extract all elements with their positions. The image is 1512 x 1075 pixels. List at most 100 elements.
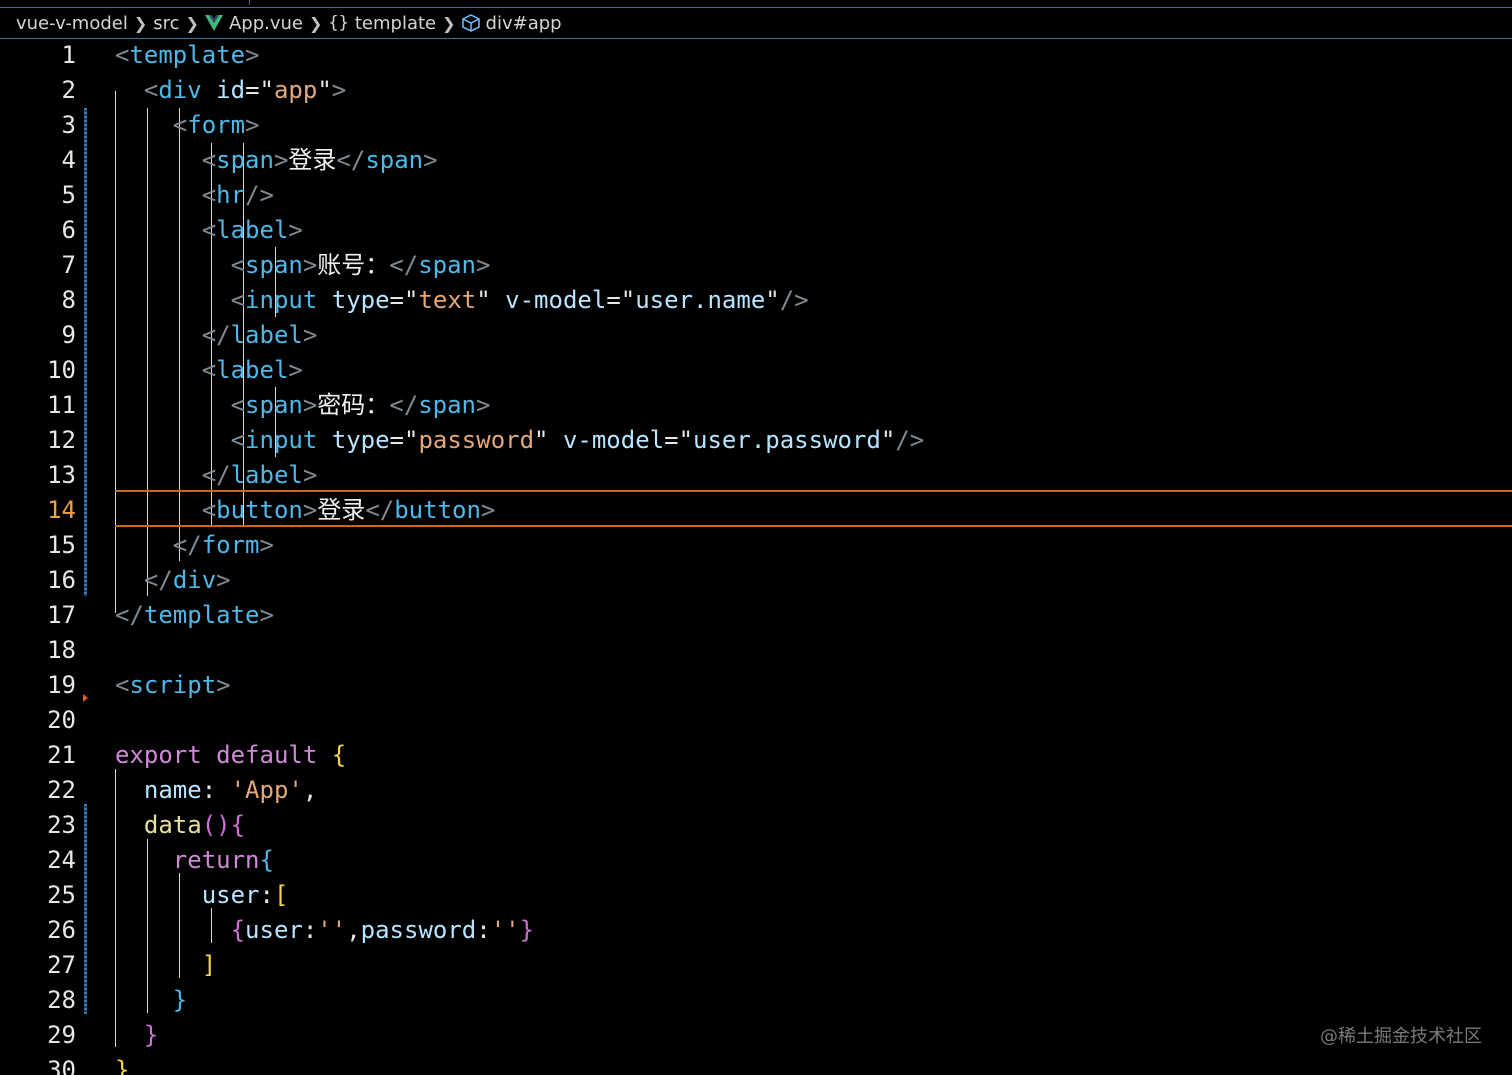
chevron-right-icon: ❯ — [308, 13, 323, 33]
code-text: </div> — [143, 566, 231, 594]
code-text: } — [172, 986, 188, 1014]
code-line[interactable]: 26 {user:'',password:''} — [0, 913, 1512, 948]
breadcrumb-item-project[interactable]: vue-v-model — [16, 13, 128, 34]
code-text: <span>密码：</span> — [230, 391, 491, 419]
active-tab[interactable] — [0, 0, 250, 5]
code-text: <template> — [115, 41, 260, 69]
line-number: 8 — [61, 286, 76, 314]
line-number: 7 — [61, 251, 76, 279]
code-line[interactable]: 16 </div> — [0, 563, 1512, 598]
line-number: 2 — [61, 76, 76, 104]
line-number: 6 — [61, 216, 76, 244]
code-text: } — [115, 1056, 130, 1075]
chevron-right-icon: ❯ — [185, 13, 199, 33]
code-line[interactable]: 30 } — [0, 1053, 1512, 1075]
line-number: 15 — [47, 531, 76, 559]
line-number: 22 — [47, 776, 76, 804]
code-line-active[interactable]: 14 <button>登录</button> — [0, 493, 1512, 528]
code-text: <button>登录</button> — [201, 496, 496, 524]
line-number: 20 — [47, 706, 76, 734]
code-line[interactable]: 15 </form> — [0, 528, 1512, 563]
code-line[interactable]: 20 — [0, 703, 1512, 738]
code-editor[interactable]: vue-v-model ❯ src ❯ App.vue ❯ {} templat… — [0, 0, 1512, 1075]
line-number: 12 — [47, 426, 76, 454]
code-line[interactable]: 24 return{ — [0, 843, 1512, 878]
code-line[interactable]: 22 name: 'App', — [0, 773, 1512, 808]
code-line[interactable]: 25 user:[ — [0, 878, 1512, 913]
code-text: <script> — [115, 671, 231, 699]
line-number: 5 — [61, 181, 76, 209]
code-line[interactable]: 5 <hr/> — [0, 178, 1512, 213]
code-line[interactable]: 19 <script> — [0, 668, 1512, 703]
line-number: 21 — [47, 741, 76, 769]
line-number: 13 — [47, 461, 76, 489]
line-number: 28 — [47, 986, 76, 1014]
code-text: <span>账号：</span> — [230, 251, 491, 279]
code-line[interactable]: 29 } — [0, 1018, 1512, 1053]
code-line[interactable]: 23 data(){ — [0, 808, 1512, 843]
line-number: 4 — [61, 146, 76, 174]
code-text: </label> — [201, 461, 318, 489]
breadcrumb-item-template[interactable]: template — [355, 13, 436, 34]
line-number: 11 — [47, 391, 76, 419]
code-line[interactable]: 13 </label> — [0, 458, 1512, 493]
line-number: 18 — [47, 636, 76, 664]
chevron-right-icon: ❯ — [133, 13, 148, 33]
code-text: ] — [201, 951, 217, 979]
code-text: {user:'',password:''} — [230, 916, 535, 944]
code-line[interactable]: 11 <span>密码：</span> — [0, 388, 1512, 423]
code-text: <input type="text" v-model="user.name"/> — [230, 286, 809, 314]
code-text: </form> — [172, 531, 274, 559]
line-number: 25 — [47, 881, 76, 909]
line-number: 16 — [47, 566, 76, 594]
code-line[interactable]: 18 — [0, 633, 1512, 668]
code-line[interactable]: 17 </template> — [0, 598, 1512, 633]
code-line[interactable]: 12 <input type="password" v-model="user.… — [0, 423, 1512, 458]
line-number: 1 — [61, 41, 76, 69]
line-number: 10 — [47, 356, 76, 384]
code-line[interactable]: 28 } — [0, 983, 1512, 1018]
tab-bar — [0, 0, 1512, 8]
code-line[interactable]: 7 <span>账号：</span> — [0, 248, 1512, 283]
breadcrumb-item-file[interactable]: App.vue — [229, 13, 303, 34]
code-text: <label> — [201, 216, 303, 244]
code-line[interactable]: 4 <span>登录</span> — [0, 143, 1512, 178]
code-line[interactable]: 21 export default { — [0, 738, 1512, 773]
line-number-active: 14 — [47, 496, 76, 524]
code-text: } — [143, 1021, 159, 1049]
code-text: </template> — [115, 601, 274, 629]
chevron-right-icon: ❯ — [442, 13, 456, 33]
code-text: <div id="app"> — [143, 76, 347, 104]
vue-logo-icon — [204, 15, 223, 31]
code-area[interactable]: 1 <template> 2 <div id="app"> 3 <form> 4… — [0, 38, 1512, 1075]
breadcrumb-item-element[interactable]: div#app — [486, 13, 562, 34]
code-text: <span>登录</span> — [201, 146, 438, 174]
code-text: </label> — [201, 321, 318, 349]
code-text: export default { — [115, 741, 347, 769]
code-text: user:[ — [201, 881, 289, 909]
line-number: 3 — [61, 111, 76, 139]
code-line[interactable]: 10 <label> — [0, 353, 1512, 388]
cube-icon — [461, 14, 480, 32]
code-line[interactable]: 3 <form> — [0, 108, 1512, 143]
code-text: name: 'App', — [143, 776, 318, 804]
line-number: 23 — [47, 811, 76, 839]
line-number: 29 — [47, 1021, 76, 1049]
line-number: 19 — [47, 671, 76, 699]
code-line[interactable]: 6 <label> — [0, 213, 1512, 248]
line-number: 9 — [61, 321, 76, 349]
line-number: 27 — [47, 951, 76, 979]
code-line[interactable]: 8 <input type="text" v-model="user.name"… — [0, 283, 1512, 318]
code-line[interactable]: 9 </label> — [0, 318, 1512, 353]
code-line[interactable]: 2 <div id="app"> — [0, 73, 1512, 108]
code-line[interactable]: 27 ] — [0, 948, 1512, 983]
code-text: <form> — [172, 111, 260, 139]
line-number: 26 — [47, 916, 76, 944]
line-number: 17 — [47, 601, 76, 629]
code-line[interactable]: 1 <template> — [0, 38, 1512, 73]
watermark: @稀土掘金技术社区 — [1320, 1026, 1482, 1047]
code-text: <input type="password" v-model="user.pas… — [230, 426, 925, 454]
breadcrumb-item-src[interactable]: src — [153, 13, 179, 34]
line-number: 30 — [47, 1056, 76, 1075]
braces-icon: {} — [328, 13, 349, 33]
